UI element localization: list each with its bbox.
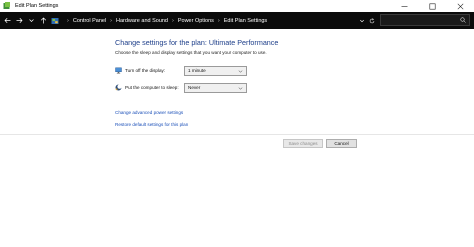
minimize-button[interactable] [390,0,418,12]
breadcrumb-separator: › [217,17,220,24]
close-icon [457,3,463,9]
advanced-power-settings-link[interactable]: Change advanced power settings [115,110,183,115]
sleep-timeout-label: Put the computer to sleep: [125,85,179,90]
save-changes-button[interactable]: Save changes [283,139,323,148]
footer-divider [0,134,474,135]
control-panel-icon [51,17,59,24]
edit-plan-settings-window: Edit Plan Settings › Control Panel › Har… [0,0,474,247]
minimize-icon [401,5,407,7]
window-controls [390,0,474,12]
arrow-left-icon [4,17,10,24]
arrow-up-icon [40,17,46,24]
up-button[interactable] [38,15,48,27]
monitor-icon [115,67,122,74]
chevron-down-icon [238,69,243,73]
title-bar: Edit Plan Settings [0,0,474,12]
cancel-button[interactable]: Cancel [326,139,357,148]
breadcrumb: › Control Panel › Hardware and Sound › P… [51,15,377,27]
sleep-setting-row: Put the computer to sleep: Never [115,82,247,93]
back-button[interactable] [2,15,12,27]
sleep-timeout-value: Never [188,85,201,90]
address-bar: › Control Panel › Hardware and Sound › P… [0,12,474,29]
forward-button[interactable] [14,15,24,27]
breadcrumb-separator: › [110,17,113,24]
sleep-timeout-select[interactable]: Never [184,82,247,93]
breadcrumb-power-options[interactable]: Power Options [178,18,214,24]
display-setting-row: Turn off the display: 1 minute [115,65,247,76]
window-title: Edit Plan Settings [15,3,59,9]
search-input[interactable] [380,14,470,26]
refresh-icon [369,17,374,23]
chevron-down-icon [238,86,243,90]
chevron-down-icon [359,19,364,22]
address-dropdown-button[interactable] [357,15,366,27]
search-icon [460,17,466,23]
restore-defaults-link[interactable]: Restore default settings for this plan [115,122,188,127]
breadcrumb-separator: › [172,17,174,24]
maximize-icon [429,3,436,10]
close-button[interactable] [446,0,474,12]
arrow-right-icon [16,17,22,24]
page-subtitle: Choose the sleep and display settings th… [115,50,267,55]
power-options-icon [3,2,10,9]
breadcrumb-separator: › [67,17,69,24]
moon-sleep-icon [115,84,122,91]
chevron-down-icon [28,19,34,22]
display-timeout-value: 1 minute [188,68,206,73]
breadcrumb-edit-plan-settings[interactable]: Edit Plan Settings [224,18,267,24]
breadcrumb-control-panel[interactable]: Control Panel [73,18,106,24]
display-timeout-select[interactable]: 1 minute [184,65,247,76]
breadcrumb-hardware-and-sound[interactable]: Hardware and Sound [116,18,168,24]
display-timeout-label: Turn off the display: [125,68,166,73]
refresh-button[interactable] [366,15,377,27]
page-title: Change settings for the plan: Ultimate P… [115,38,279,47]
recent-locations-button[interactable] [26,15,36,27]
maximize-button[interactable] [418,0,446,12]
